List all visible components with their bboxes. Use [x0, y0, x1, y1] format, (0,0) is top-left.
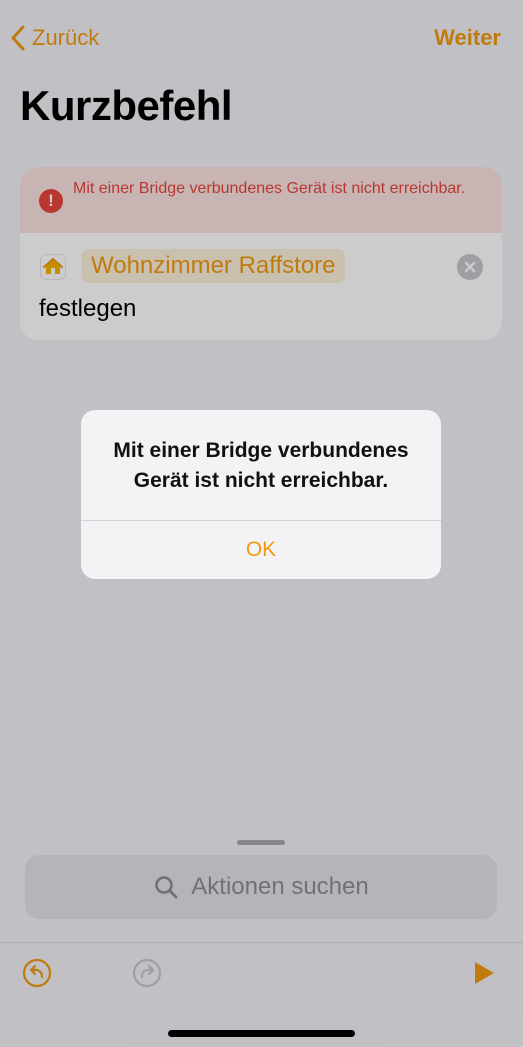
- alert-dialog: Mit einer Bridge verbundenes Gerät ist n…: [81, 410, 441, 579]
- alert-message: Mit einer Bridge verbundenes Gerät ist n…: [113, 439, 409, 492]
- alert-ok-button[interactable]: OK: [81, 521, 441, 579]
- shortcut-editor-screen: Zurück Weiter Kurzbefehl ! Mit einer Bri…: [0, 0, 523, 1047]
- home-indicator[interactable]: [168, 1030, 355, 1037]
